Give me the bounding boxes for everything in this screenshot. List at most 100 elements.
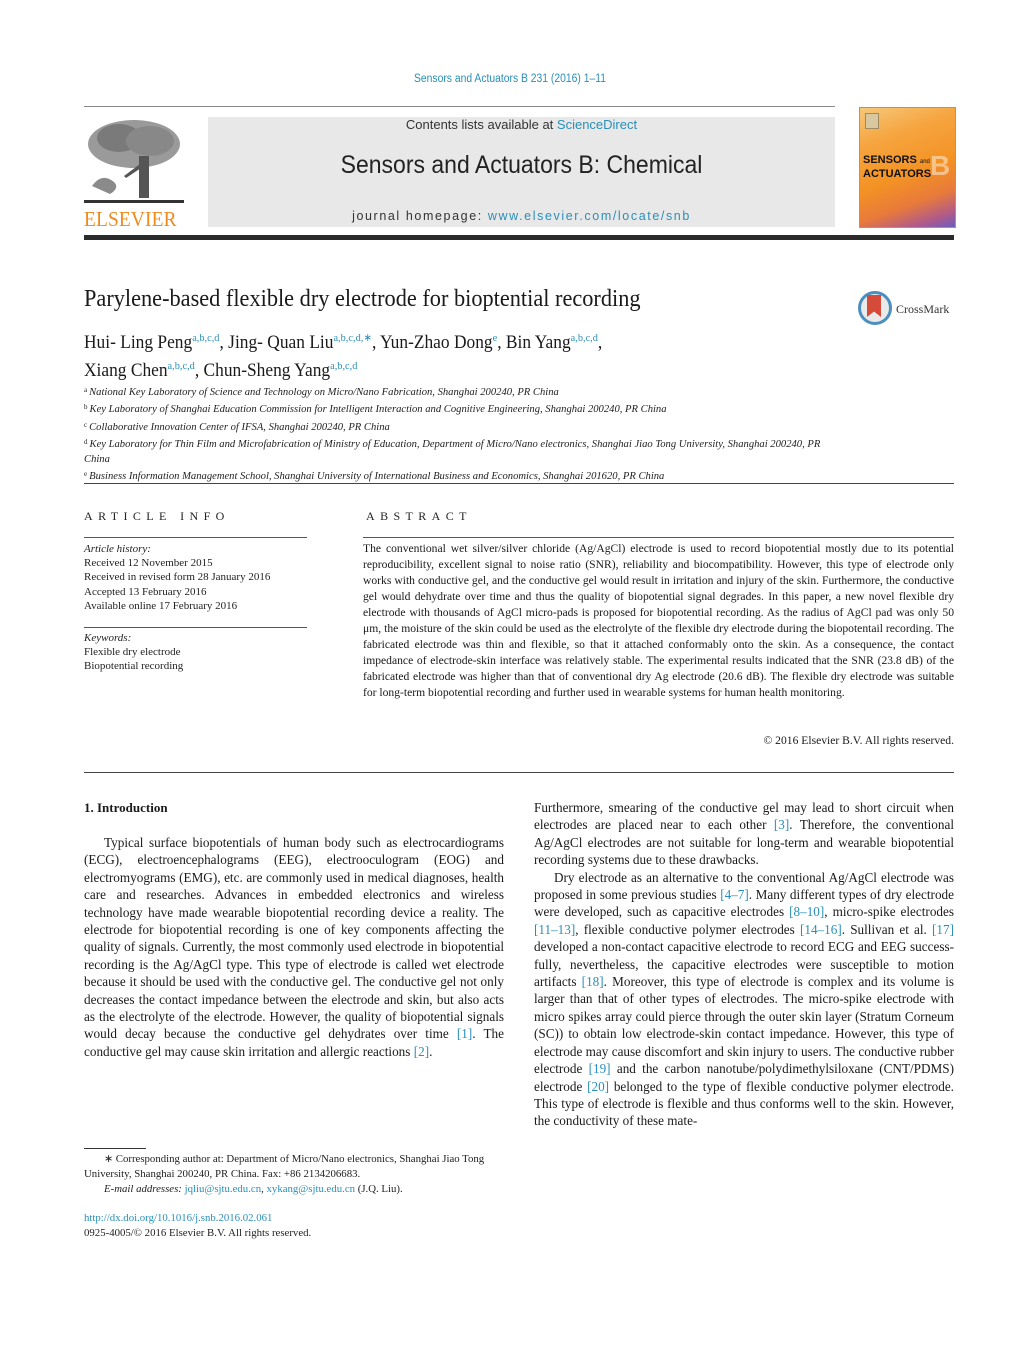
cover-publisher-badge xyxy=(865,113,879,129)
author-name: Yun-Zhao Dong xyxy=(380,333,493,353)
citation-link[interactable]: [18] xyxy=(582,974,604,989)
author-name: Hui- Ling Peng xyxy=(84,333,193,353)
author-name: Xiang Chen xyxy=(84,361,168,381)
header-rule xyxy=(84,106,835,107)
abstract-heading: ABSTRACT xyxy=(366,509,472,523)
affiliation: e Business Information Management School,… xyxy=(84,467,824,484)
history-item: Available online 17 February 2016 xyxy=(84,599,238,612)
issn-line: 0925-4005/© 2016 Elsevier B.V. All right… xyxy=(84,1227,312,1239)
doi-link[interactable]: http://dx.doi.org/10.1016/j.snb.2016.02.… xyxy=(84,1211,272,1226)
tree-icon xyxy=(84,120,184,203)
keywords: Keywords: Flexible dry electrode Biopote… xyxy=(84,631,314,674)
cover-title: SENSORS and ACTUATORS xyxy=(863,154,931,180)
citation-link[interactable]: [4–7] xyxy=(720,887,749,902)
crossmark-button[interactable]: CrossMark xyxy=(858,291,958,331)
right-column: Furthermore, smearing of the conductive … xyxy=(534,799,954,1130)
author-list: Hui- Ling Penga,b,c,d, Jing- Quan Liua,b… xyxy=(84,327,817,383)
footnote-rule xyxy=(84,1148,146,1149)
homepage-line: journal homepage: www.elsevier.com/locat… xyxy=(208,209,835,223)
affiliation: c Collaborative Innovation Center of IFSA… xyxy=(84,418,824,435)
email-link[interactable]: jqliu@sjtu.edu.cn xyxy=(185,1183,262,1195)
affiliation-text: Collaborative Innovation Center of IFSA,… xyxy=(89,421,390,433)
body-text: Typical surface biopotentials of human b… xyxy=(84,835,504,1042)
author-affil[interactable]: a,b,c,d xyxy=(571,332,598,344)
sciencedirect-link[interactable]: ScienceDirect xyxy=(557,117,637,132)
affiliation-key: d xyxy=(84,438,88,447)
publisher-name: ELSEVIER xyxy=(84,207,177,231)
citation-link[interactable]: [20] xyxy=(587,1079,609,1094)
paragraph: Dry electrode as an alternative to the c… xyxy=(534,869,954,1130)
affiliation-key: a xyxy=(84,386,88,394)
affiliation-key: c xyxy=(84,420,88,429)
article-info-rule xyxy=(84,537,307,538)
author[interactable]: Hui- Ling Penga,b,c,d, xyxy=(84,332,228,353)
abstract-copyright: © 2016 Elsevier B.V. All rights reserved… xyxy=(763,734,954,747)
body-text: . xyxy=(429,1043,433,1059)
running-head[interactable]: Sensors and Actuators B 231 (2016) 1–11 xyxy=(51,73,969,85)
body-text: . Sullivan et al. xyxy=(841,921,933,937)
affiliations: a National Key Laboratory of Science and … xyxy=(84,383,824,484)
cover-line2: ACTUATORS xyxy=(863,168,932,180)
elsevier-logo[interactable]: ELSEVIER xyxy=(84,116,186,231)
affiliation-key: b xyxy=(84,403,88,412)
citation-link[interactable]: [14–16] xyxy=(800,922,842,937)
contents-prefix: Contents lists available at xyxy=(405,117,557,132)
citation-link[interactable]: [17] xyxy=(932,922,954,937)
homepage-link[interactable]: www.elsevier.com/locate/snb xyxy=(488,209,691,223)
author-affil[interactable]: a,b,c,d xyxy=(330,360,357,372)
affiliation-text: Key Laboratory of Shanghai Education Com… xyxy=(89,404,667,416)
article-title: Parylene-based flexible dry electrode fo… xyxy=(84,286,641,312)
author[interactable]: Chun-Sheng Yanga,b,c,d xyxy=(203,360,358,381)
author-affil[interactable]: a,b,c,d xyxy=(192,332,219,344)
history-item: Received in revised form 28 January 2016 xyxy=(84,571,271,584)
citation-link[interactable]: [8–10] xyxy=(789,904,824,919)
body-text: , micro-spike electrodes xyxy=(824,904,954,920)
citation-link[interactable]: [2] xyxy=(414,1044,429,1059)
keyword: Flexible dry electrode xyxy=(84,646,181,659)
footnote: ∗ Corresponding author at: Department of… xyxy=(84,1152,506,1197)
keywords-label: Keywords: xyxy=(84,632,132,644)
affiliation-text: Key Laboratory for Thin Film and Microfa… xyxy=(84,439,821,465)
article-info-heading: ARTICLE INFO xyxy=(84,509,230,523)
crossmark-label: CrossMark xyxy=(896,302,950,316)
email-suffix: (J.Q. Liu). xyxy=(355,1183,403,1195)
author-affil[interactable]: a,b,c,d,∗ xyxy=(333,332,372,344)
journal-title: Sensors and Actuators B: Chemical xyxy=(340,151,703,179)
citation-link[interactable]: [1] xyxy=(457,1026,472,1041)
cover-and: and xyxy=(919,159,930,165)
corresponding-author-note: ∗ Corresponding author at: Department of… xyxy=(84,1153,485,1180)
affiliation-text: National Key Laboratory of Science and T… xyxy=(89,387,559,398)
paragraph: Furthermore, smearing of the conductive … xyxy=(534,799,954,869)
left-column: Typical surface biopotentials of human b… xyxy=(84,834,504,1060)
separator: , xyxy=(597,333,603,353)
section-rule xyxy=(84,483,954,484)
separator: , xyxy=(194,361,204,381)
contents-line: Contents lists available at ScienceDirec… xyxy=(208,117,835,133)
section-heading: 1. Introduction xyxy=(84,800,168,815)
keyword: Biopotential recording xyxy=(84,660,184,673)
affiliation-key: e xyxy=(84,470,88,479)
email-link[interactable]: xykang@sjtu.edu.cn xyxy=(267,1183,356,1195)
author-name: Jing- Quan Liu xyxy=(228,333,334,353)
separator: , xyxy=(371,333,381,353)
author[interactable]: Jing- Quan Liua,b,c,d,∗, xyxy=(228,332,381,353)
author[interactable]: Yun-Zhao Donge, xyxy=(380,332,506,353)
keywords-rule xyxy=(84,627,307,628)
citation-link[interactable]: [3] xyxy=(774,817,789,832)
author[interactable]: Xiang Chena,b,c,d, xyxy=(84,360,204,381)
paragraph: Typical surface biopotentials of human b… xyxy=(84,834,504,1060)
affiliation-text: Business Information Management School, … xyxy=(89,471,665,483)
author[interactable]: Bin Yanga,b,c,d, xyxy=(505,332,603,353)
history-label: Article history: xyxy=(84,543,151,555)
affiliation: b Key Laboratory of Shanghai Education Co… xyxy=(84,400,824,417)
author-affil[interactable]: a,b,c,d xyxy=(168,360,195,372)
citation-link[interactable]: [11–13] xyxy=(534,922,575,937)
email-line: E-mail addresses: jqliu@sjtu.edu.cn, xyk… xyxy=(104,1183,403,1195)
author-name: Bin Yang xyxy=(505,333,571,353)
journal-banner: Contents lists available at ScienceDirec… xyxy=(208,117,835,227)
author-name: Chun-Sheng Yang xyxy=(203,361,331,381)
journal-cover[interactable]: SENSORS and ACTUATORS B xyxy=(859,107,956,228)
abstract-text: The conventional wet silver/silver chlor… xyxy=(363,542,954,699)
article-history: Article history: Received 12 November 20… xyxy=(84,542,314,613)
citation-link[interactable]: [19] xyxy=(589,1061,611,1076)
